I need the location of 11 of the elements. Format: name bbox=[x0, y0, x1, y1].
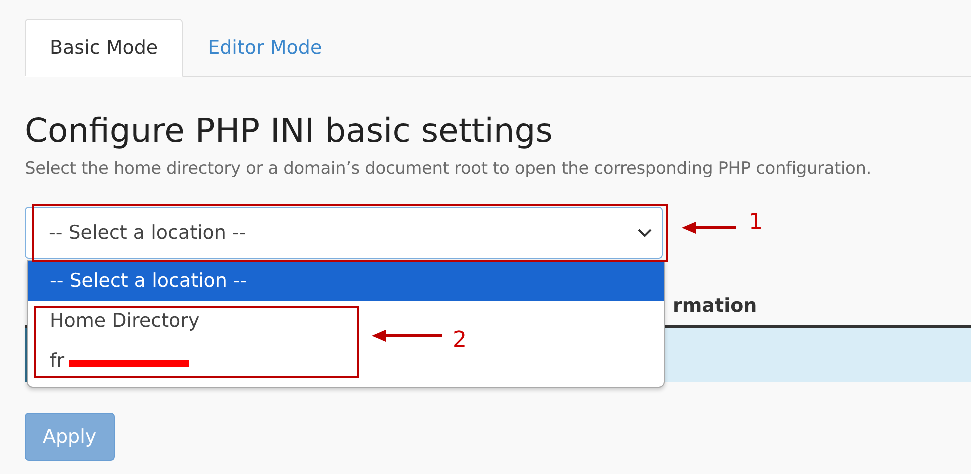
page-title: Configure PHP INI basic settings bbox=[25, 110, 554, 152]
column-heading: rmation bbox=[673, 295, 758, 319]
dropdown-option[interactable]: -- Select a location -- bbox=[28, 261, 664, 301]
chevron-down-icon bbox=[638, 228, 652, 238]
description: Select the home directory or a domain’s document root to open the corresponding PHP configuration. bbox=[25, 159, 872, 179]
tab[interactable]: Editor Mode bbox=[183, 19, 348, 77]
location-select[interactable]: -- Select a location -- bbox=[25, 207, 663, 259]
arrow-icon bbox=[682, 221, 736, 235]
annotation-number: 1 bbox=[749, 210, 763, 235]
arrow-icon bbox=[372, 329, 442, 343]
tab[interactable]: Basic Mode bbox=[25, 19, 184, 77]
